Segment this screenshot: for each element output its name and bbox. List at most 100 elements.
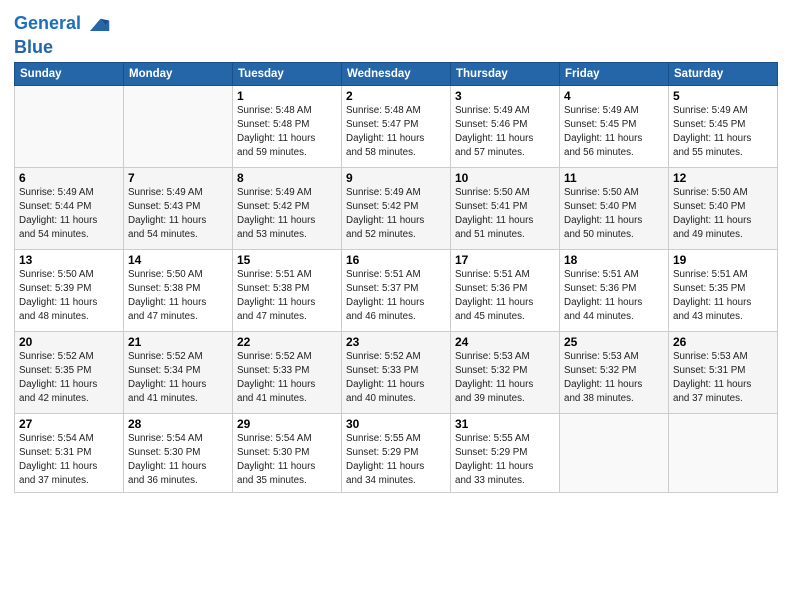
calendar-cell: 17Sunrise: 5:51 AM Sunset: 5:36 PM Dayli… (451, 249, 560, 331)
day-detail: Sunrise: 5:49 AM Sunset: 5:46 PM Dayligh… (455, 104, 555, 161)
calendar-cell (669, 413, 778, 492)
weekday-header-sunday: Sunday (15, 62, 124, 85)
day-detail: Sunrise: 5:51 AM Sunset: 5:36 PM Dayligh… (564, 268, 664, 325)
day-number: 24 (455, 335, 555, 349)
calendar-cell: 31Sunrise: 5:55 AM Sunset: 5:29 PM Dayli… (451, 413, 560, 492)
calendar-cell: 1Sunrise: 5:48 AM Sunset: 5:48 PM Daylig… (233, 85, 342, 167)
day-number: 17 (455, 253, 555, 267)
day-number: 11 (564, 171, 664, 185)
day-number: 5 (673, 89, 773, 103)
weekday-header-friday: Friday (560, 62, 669, 85)
calendar-cell: 15Sunrise: 5:51 AM Sunset: 5:38 PM Dayli… (233, 249, 342, 331)
day-detail: Sunrise: 5:53 AM Sunset: 5:31 PM Dayligh… (673, 350, 773, 407)
day-detail: Sunrise: 5:54 AM Sunset: 5:31 PM Dayligh… (19, 432, 119, 489)
day-detail: Sunrise: 5:52 AM Sunset: 5:34 PM Dayligh… (128, 350, 228, 407)
calendar-cell: 3Sunrise: 5:49 AM Sunset: 5:46 PM Daylig… (451, 85, 560, 167)
calendar-cell: 19Sunrise: 5:51 AM Sunset: 5:35 PM Dayli… (669, 249, 778, 331)
day-number: 18 (564, 253, 664, 267)
day-number: 28 (128, 417, 228, 431)
calendar-cell: 4Sunrise: 5:49 AM Sunset: 5:45 PM Daylig… (560, 85, 669, 167)
logo-icon (83, 10, 111, 38)
day-detail: Sunrise: 5:49 AM Sunset: 5:42 PM Dayligh… (237, 186, 337, 243)
day-number: 1 (237, 89, 337, 103)
day-number: 14 (128, 253, 228, 267)
calendar-cell: 20Sunrise: 5:52 AM Sunset: 5:35 PM Dayli… (15, 331, 124, 413)
day-number: 19 (673, 253, 773, 267)
day-detail: Sunrise: 5:51 AM Sunset: 5:38 PM Dayligh… (237, 268, 337, 325)
day-detail: Sunrise: 5:54 AM Sunset: 5:30 PM Dayligh… (237, 432, 337, 489)
weekday-header-thursday: Thursday (451, 62, 560, 85)
calendar-cell: 25Sunrise: 5:53 AM Sunset: 5:32 PM Dayli… (560, 331, 669, 413)
day-detail: Sunrise: 5:52 AM Sunset: 5:35 PM Dayligh… (19, 350, 119, 407)
logo: General Blue (14, 10, 111, 58)
day-number: 4 (564, 89, 664, 103)
day-number: 10 (455, 171, 555, 185)
day-detail: Sunrise: 5:52 AM Sunset: 5:33 PM Dayligh… (346, 350, 446, 407)
day-detail: Sunrise: 5:50 AM Sunset: 5:41 PM Dayligh… (455, 186, 555, 243)
calendar-cell: 22Sunrise: 5:52 AM Sunset: 5:33 PM Dayli… (233, 331, 342, 413)
day-detail: Sunrise: 5:49 AM Sunset: 5:45 PM Dayligh… (673, 104, 773, 161)
calendar-cell: 8Sunrise: 5:49 AM Sunset: 5:42 PM Daylig… (233, 167, 342, 249)
day-number: 20 (19, 335, 119, 349)
calendar-cell: 7Sunrise: 5:49 AM Sunset: 5:43 PM Daylig… (124, 167, 233, 249)
day-detail: Sunrise: 5:51 AM Sunset: 5:35 PM Dayligh… (673, 268, 773, 325)
day-detail: Sunrise: 5:49 AM Sunset: 5:44 PM Dayligh… (19, 186, 119, 243)
calendar-cell: 18Sunrise: 5:51 AM Sunset: 5:36 PM Dayli… (560, 249, 669, 331)
day-number: 7 (128, 171, 228, 185)
header: General Blue (14, 10, 778, 58)
calendar-cell: 28Sunrise: 5:54 AM Sunset: 5:30 PM Dayli… (124, 413, 233, 492)
logo-text: General (14, 14, 81, 34)
day-number: 9 (346, 171, 446, 185)
day-number: 8 (237, 171, 337, 185)
day-detail: Sunrise: 5:51 AM Sunset: 5:36 PM Dayligh… (455, 268, 555, 325)
calendar-cell: 23Sunrise: 5:52 AM Sunset: 5:33 PM Dayli… (342, 331, 451, 413)
calendar-cell: 2Sunrise: 5:48 AM Sunset: 5:47 PM Daylig… (342, 85, 451, 167)
calendar-cell: 21Sunrise: 5:52 AM Sunset: 5:34 PM Dayli… (124, 331, 233, 413)
day-detail: Sunrise: 5:54 AM Sunset: 5:30 PM Dayligh… (128, 432, 228, 489)
calendar-cell: 14Sunrise: 5:50 AM Sunset: 5:38 PM Dayli… (124, 249, 233, 331)
day-detail: Sunrise: 5:53 AM Sunset: 5:32 PM Dayligh… (564, 350, 664, 407)
weekday-header-saturday: Saturday (669, 62, 778, 85)
day-number: 15 (237, 253, 337, 267)
day-detail: Sunrise: 5:53 AM Sunset: 5:32 PM Dayligh… (455, 350, 555, 407)
calendar-cell: 12Sunrise: 5:50 AM Sunset: 5:40 PM Dayli… (669, 167, 778, 249)
day-number: 27 (19, 417, 119, 431)
weekday-header-row: SundayMondayTuesdayWednesdayThursdayFrid… (15, 62, 778, 85)
calendar-week-row: 13Sunrise: 5:50 AM Sunset: 5:39 PM Dayli… (15, 249, 778, 331)
calendar-cell: 29Sunrise: 5:54 AM Sunset: 5:30 PM Dayli… (233, 413, 342, 492)
day-detail: Sunrise: 5:50 AM Sunset: 5:40 PM Dayligh… (564, 186, 664, 243)
day-number: 21 (128, 335, 228, 349)
day-detail: Sunrise: 5:50 AM Sunset: 5:39 PM Dayligh… (19, 268, 119, 325)
day-number: 6 (19, 171, 119, 185)
day-number: 22 (237, 335, 337, 349)
calendar-cell: 27Sunrise: 5:54 AM Sunset: 5:31 PM Dayli… (15, 413, 124, 492)
day-detail: Sunrise: 5:49 AM Sunset: 5:42 PM Dayligh… (346, 186, 446, 243)
calendar-week-row: 1Sunrise: 5:48 AM Sunset: 5:48 PM Daylig… (15, 85, 778, 167)
day-number: 3 (455, 89, 555, 103)
calendar-cell (15, 85, 124, 167)
weekday-header-monday: Monday (124, 62, 233, 85)
day-detail: Sunrise: 5:55 AM Sunset: 5:29 PM Dayligh… (455, 432, 555, 489)
calendar-cell: 26Sunrise: 5:53 AM Sunset: 5:31 PM Dayli… (669, 331, 778, 413)
calendar-cell: 6Sunrise: 5:49 AM Sunset: 5:44 PM Daylig… (15, 167, 124, 249)
day-number: 29 (237, 417, 337, 431)
day-detail: Sunrise: 5:49 AM Sunset: 5:43 PM Dayligh… (128, 186, 228, 243)
day-number: 13 (19, 253, 119, 267)
calendar-cell: 13Sunrise: 5:50 AM Sunset: 5:39 PM Dayli… (15, 249, 124, 331)
calendar-table: SundayMondayTuesdayWednesdayThursdayFrid… (14, 62, 778, 493)
logo-blue-text: Blue (14, 38, 111, 58)
calendar-cell: 24Sunrise: 5:53 AM Sunset: 5:32 PM Dayli… (451, 331, 560, 413)
calendar-cell (124, 85, 233, 167)
day-number: 12 (673, 171, 773, 185)
calendar-cell: 30Sunrise: 5:55 AM Sunset: 5:29 PM Dayli… (342, 413, 451, 492)
day-detail: Sunrise: 5:50 AM Sunset: 5:38 PM Dayligh… (128, 268, 228, 325)
calendar-cell: 10Sunrise: 5:50 AM Sunset: 5:41 PM Dayli… (451, 167, 560, 249)
day-detail: Sunrise: 5:50 AM Sunset: 5:40 PM Dayligh… (673, 186, 773, 243)
day-number: 30 (346, 417, 446, 431)
day-number: 2 (346, 89, 446, 103)
calendar-cell: 11Sunrise: 5:50 AM Sunset: 5:40 PM Dayli… (560, 167, 669, 249)
day-number: 23 (346, 335, 446, 349)
day-number: 25 (564, 335, 664, 349)
calendar-cell (560, 413, 669, 492)
day-number: 26 (673, 335, 773, 349)
